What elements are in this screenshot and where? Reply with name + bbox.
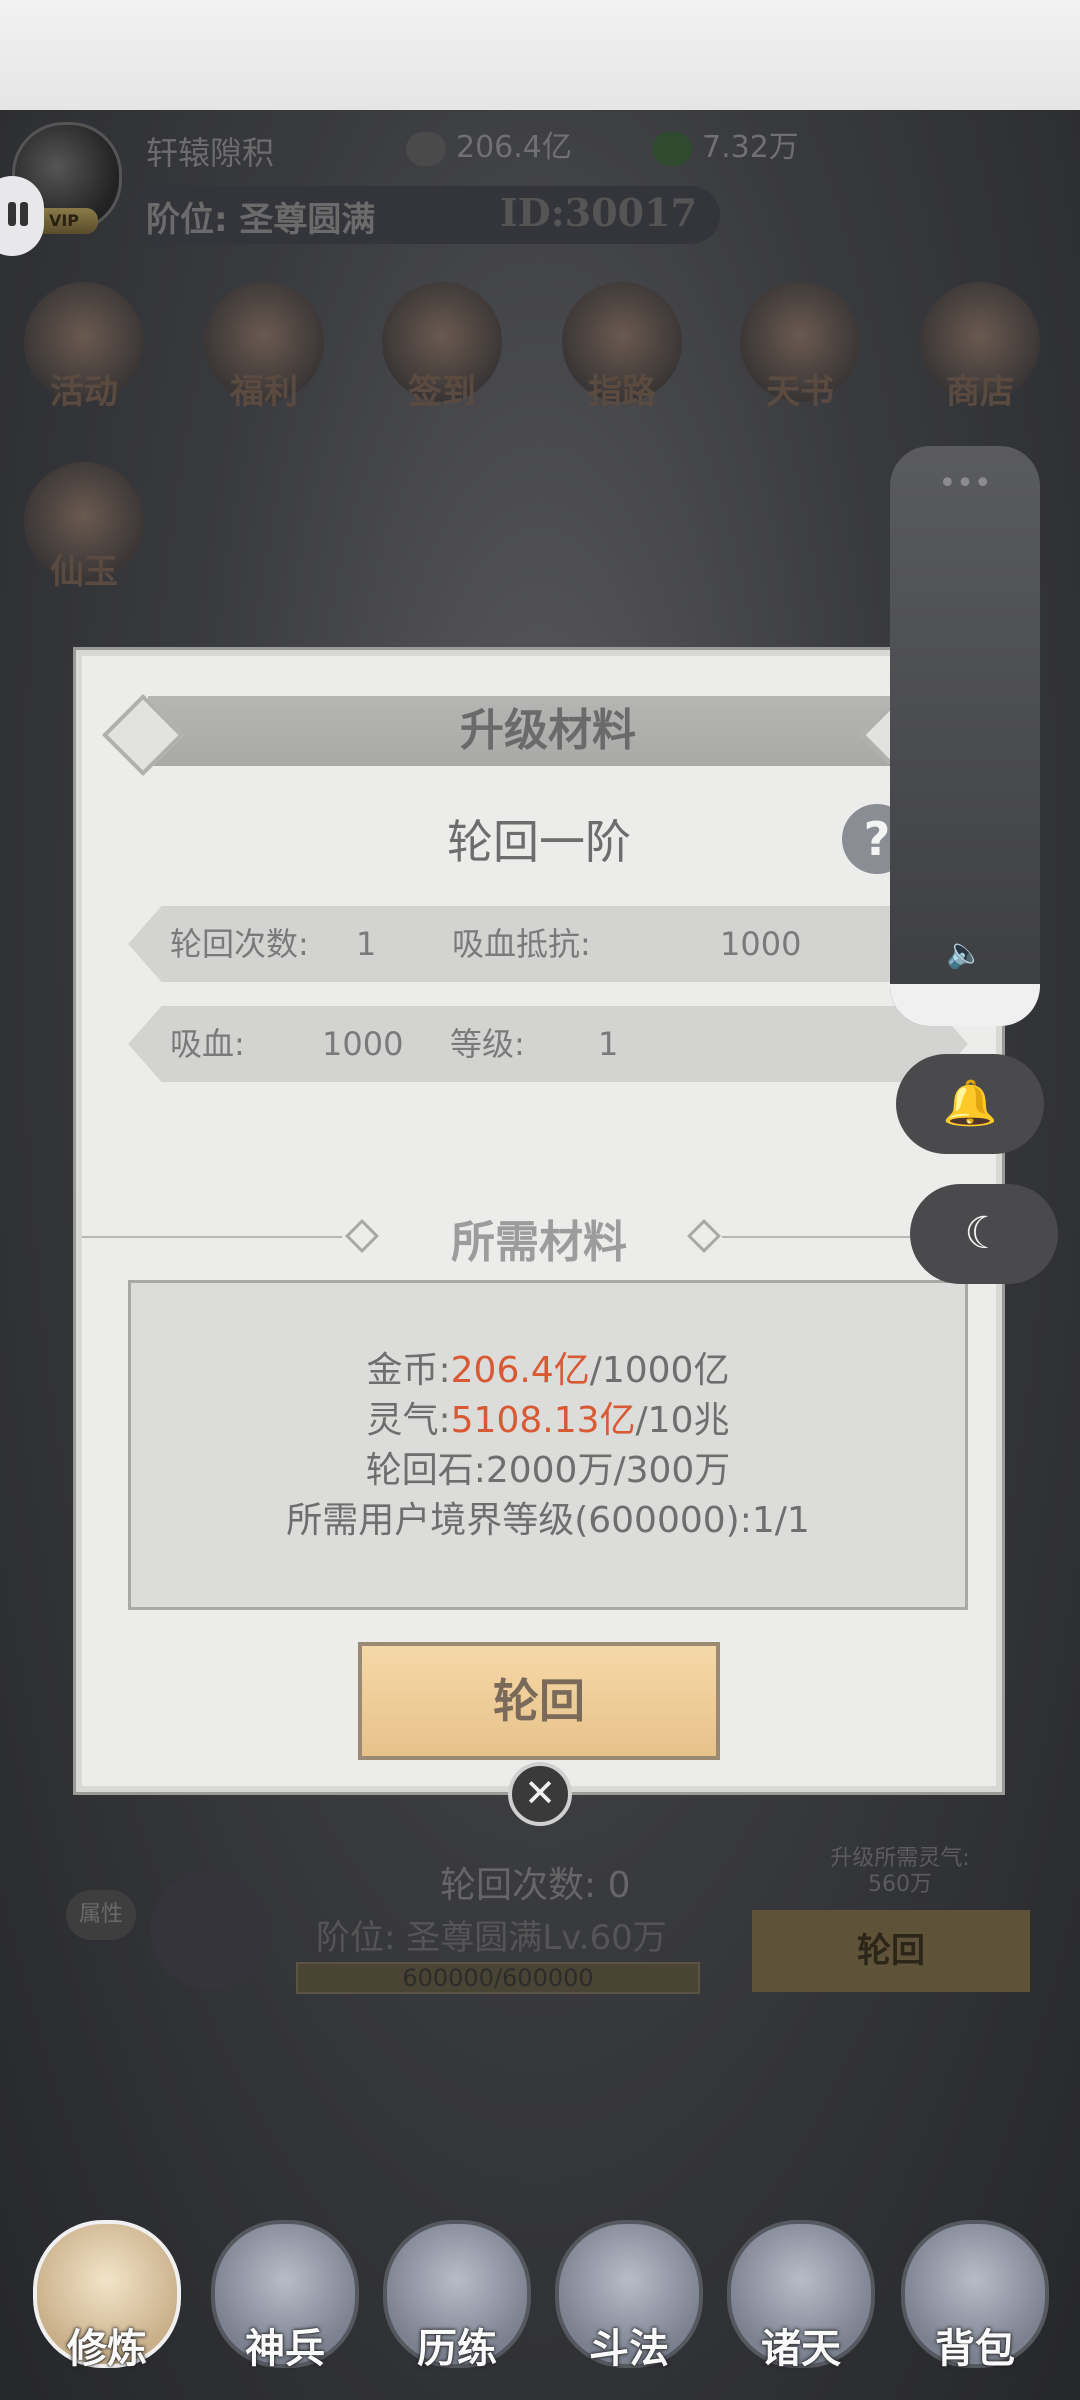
dialog-title: 升级材料 [460,705,636,756]
upgrade-requirement: 升级所需灵气: 560万 [790,1846,1010,1898]
stat-label: 吸血: [170,1025,245,1063]
jade-value: 7.32万 [702,130,799,165]
guide-label: 指路 [588,372,656,412]
upgrade-materials-dialog: 升级材料 轮回一阶 ? 轮回次数: 1 吸血抵抗: 1000 吸血: 1000 … [76,650,1002,1792]
activity-label: 活动 [50,372,118,412]
nav-label: 斗法 [589,2326,669,2372]
material-label: 轮回石: [365,1450,486,1491]
stat-label: 轮回次数: [170,925,309,963]
material-label: 所需用户境界等级(600000): [286,1500,752,1541]
volume-panel[interactable]: ••• 🔈 [890,446,1040,1026]
upgrade-requirement-value: 560万 [868,1872,932,1897]
rank-level: 阶位: 圣尊圆满Lv.60万 [316,1918,667,1958]
nav-heavens[interactable]: 诸天 [726,2220,876,2390]
stat-row: 吸血: 1000 等级: 1 [128,1006,968,1082]
player-name: 轩辕隙积 [146,134,275,172]
bottom-nav: 修炼 神兵 历练 斗法 诸天 背包 [0,2200,1080,2400]
stat-value: 1 [356,925,377,963]
nav-label: 历练 [417,2326,497,2372]
nav-duel[interactable]: 斗法 [554,2220,704,2390]
jade-icon [652,131,692,166]
stat-label: 吸血抵抗: [452,925,591,963]
material-label: 灵气: [366,1400,451,1441]
nav-cultivate[interactable]: 修炼 [32,2220,182,2390]
material-have: 206.4亿 [450,1350,590,1391]
nav-label: 修炼 [67,2326,147,2372]
player-id: ID:30017 [500,190,697,235]
nav-label: 神兵 [245,2326,325,2372]
material-need: /1000亿 [589,1350,730,1391]
reincarnation-summary: 属性 轮回次数: 0 阶位: 圣尊圆满Lv.60万 600000/600000 … [0,1820,1080,2020]
nav-weapon[interactable]: 神兵 [210,2220,360,2390]
material-have: 1 [751,1500,775,1541]
status-bar-area [0,0,1080,110]
jade-counter: 7.32万 [652,128,799,168]
material-have: 2000万 [485,1450,614,1491]
material-need: /300万 [613,1450,731,1491]
heavenbook-icon-button[interactable]: 天书 [730,282,870,432]
coin-icon [406,131,446,166]
material-need: /10兆 [635,1400,730,1441]
attributes-button[interactable]: 属性 [66,1890,136,1940]
nav-bag[interactable]: 背包 [900,2220,1050,2390]
reincarnation-count: 轮回次数: 0 [440,1865,631,1906]
material-need: /1 [774,1500,810,1541]
jade-shop-icon-button[interactable]: 仙玉 [14,462,154,612]
nav-trial[interactable]: 历练 [382,2220,532,2390]
nav-label: 背包 [935,2326,1015,2372]
stat-value: 1000 [322,1025,404,1063]
material-have: 5108.13亿 [450,1400,636,1441]
upgrade-requirement-label: 升级所需灵气: [830,1846,970,1871]
material-gold: 金币:206.4亿/1000亿 [131,1341,965,1393]
stat-value: 1000 [720,925,802,963]
stat-row: 轮回次数: 1 吸血抵抗: 1000 [128,906,968,982]
bell-icon[interactable]: 🔔 [896,1054,1044,1154]
volume-level [890,984,1040,1026]
material-stone: 轮回石:2000万/300万 [131,1441,965,1493]
materials-box: 金币:206.4亿/1000亿 灵气:5108.13亿/10兆 轮回石:2000… [128,1280,968,1610]
stat-value: 1 [598,1025,619,1063]
checkin-icon-button[interactable]: 签到 [372,282,512,432]
nav-label: 诸天 [761,2326,841,2372]
jade-shop-label: 仙玉 [50,552,118,592]
coin-counter: 206.4亿 [406,128,572,168]
activity-icon-button[interactable]: 活动 [14,282,154,432]
character-silhouette [150,1870,270,1990]
reincarnate-button[interactable]: 轮回 [358,1642,720,1760]
stat-label: 等级: [450,1025,525,1063]
guide-icon-button[interactable]: 指路 [552,282,692,432]
speaker-icon: 🔈 [946,936,984,971]
close-dialog-button[interactable]: ✕ [508,1762,572,1826]
dialog-title-band: 升级材料 [148,696,948,766]
more-icon[interactable]: ••• [890,466,1040,501]
material-realm-level: 所需用户境界等级(600000):1/1 [131,1491,965,1543]
shop-icon-button[interactable]: 商店 [910,282,1050,432]
heavenbook-label: 天书 [766,372,834,412]
reincarnate-button-background[interactable]: 轮回 [752,1910,1030,1992]
moon-icon[interactable]: ☾ [910,1184,1058,1284]
checkin-label: 签到 [408,372,476,412]
section-title: 所需材料 [451,1217,627,1268]
coin-value: 206.4亿 [456,130,572,165]
welfare-icon-button[interactable]: 福利 [194,282,334,432]
welfare-label: 福利 [230,372,298,412]
material-label: 金币: [366,1350,451,1391]
shop-label: 商店 [946,372,1014,412]
rank-label: 阶位: 圣尊圆满 [146,200,376,240]
material-spirit: 灵气:5108.13亿/10兆 [131,1391,965,1443]
level-progress: 600000/600000 [296,1962,700,1994]
